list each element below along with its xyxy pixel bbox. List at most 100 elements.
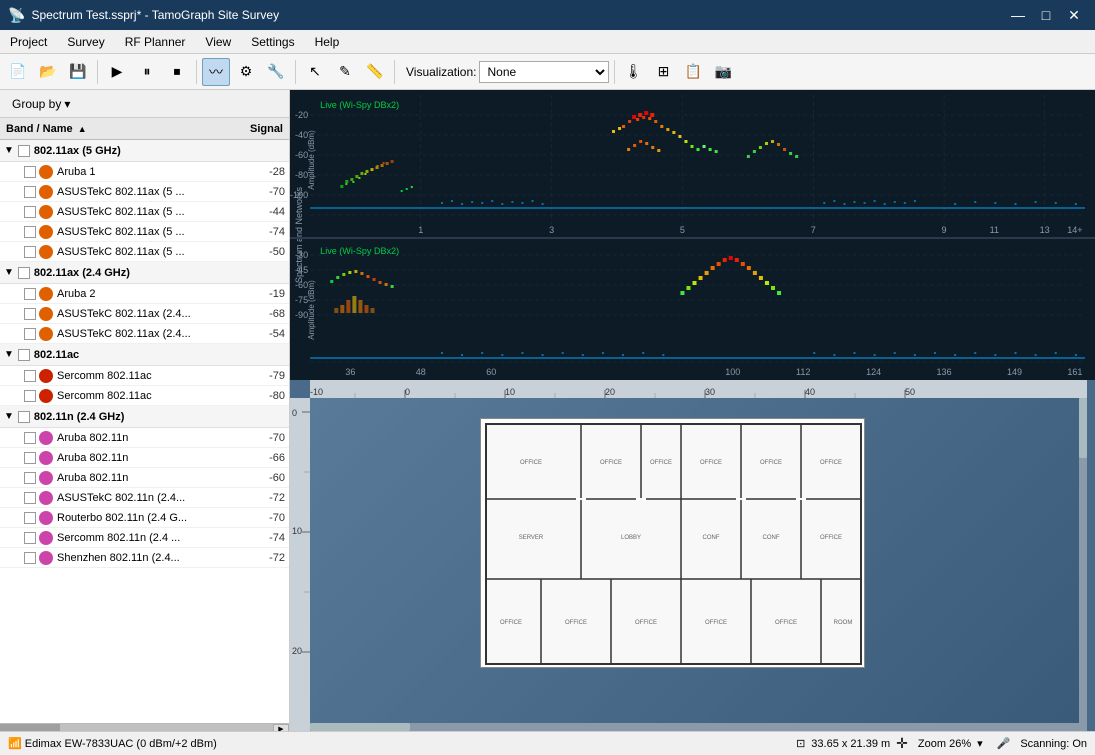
ruler-button[interactable]: 📏	[361, 58, 389, 86]
list-item[interactable]: Aruba 1 -28	[0, 162, 289, 182]
list-item[interactable]: ASUSTekC 802.11ax (5 ... -50	[0, 242, 289, 262]
horizontal-scrollbar[interactable]	[310, 723, 1079, 731]
item-checkbox[interactable]	[24, 288, 36, 300]
chart2-live-label: Live (Wi-Spy DBx2)	[320, 246, 399, 256]
grid-button[interactable]: ⊞	[650, 58, 678, 86]
svg-text:OFFICE: OFFICE	[760, 460, 782, 466]
list-item[interactable]: Aruba 802.11n -70	[0, 428, 289, 448]
network-list[interactable]: ▼ 802.11ax (5 GHz) Aruba 1 -28 ASUSTekC …	[0, 140, 289, 723]
item-checkbox[interactable]	[24, 226, 36, 238]
list-item[interactable]: ASUSTekC 802.11n (2.4... -72	[0, 488, 289, 508]
menu-project[interactable]: Project	[0, 30, 57, 53]
spectrum-button[interactable]: 〰	[202, 58, 230, 86]
scrollbar-thumb[interactable]	[0, 724, 60, 732]
play-button[interactable]: ▶	[103, 58, 131, 86]
menu-view[interactable]: View	[195, 30, 241, 53]
maximize-button[interactable]: □	[1033, 5, 1059, 25]
list-item[interactable]: Shenzhen 802.11n (2.4... -72	[0, 548, 289, 568]
item-checkbox[interactable]	[24, 532, 36, 544]
map-content[interactable]: OFFICE OFFICE OFFICE OFFICE OFFICE OFFIC…	[310, 398, 1087, 731]
menu-survey[interactable]: Survey	[57, 30, 114, 53]
group-header-g3[interactable]: ▼ 802.11ac	[0, 344, 289, 366]
network-button[interactable]: ⚙	[232, 58, 260, 86]
menu-settings[interactable]: Settings	[241, 30, 304, 53]
zoom-dropdown-icon[interactable]: ▾	[977, 737, 983, 750]
heatmap-button[interactable]: 🌡	[620, 58, 648, 86]
list-item[interactable]: ASUSTekC 802.11ax (5 ... -74	[0, 222, 289, 242]
settings-button[interactable]: 🔧	[262, 58, 290, 86]
new-button[interactable]: 📄	[4, 58, 32, 86]
item-checkbox[interactable]	[24, 308, 36, 320]
group-checkbox[interactable]	[18, 349, 30, 361]
visualization-select[interactable]: None Signal Level Signal-to-Noise PHY Ra…	[479, 61, 609, 83]
list-item[interactable]: Sercomm 802.11ac -80	[0, 386, 289, 406]
item-checkbox[interactable]	[24, 328, 36, 340]
list-item[interactable]: ASUSTekC 802.11ax (5 ... -44	[0, 202, 289, 222]
network-icon	[39, 551, 53, 565]
network-signal: -70	[243, 512, 285, 524]
group-header-g1[interactable]: ▼ 802.11ax (5 GHz)	[0, 140, 289, 162]
group-checkbox[interactable]	[18, 145, 30, 157]
item-checkbox[interactable]	[24, 492, 36, 504]
group-label: 802.11n (2.4 GHz)	[34, 411, 285, 423]
scrollbar-thumb-h[interactable]	[310, 723, 410, 731]
group-by-button[interactable]: Group by ▾	[8, 95, 74, 113]
svg-text:1: 1	[418, 225, 423, 235]
svg-text:SERVER: SERVER	[519, 535, 544, 541]
item-checkbox[interactable]	[24, 186, 36, 198]
vertical-scrollbar[interactable]	[1079, 398, 1087, 731]
network-name: ASUSTekC 802.11ax (5 ...	[57, 226, 243, 238]
list-item[interactable]: Routerbo 802.11n (2.4 G... -70	[0, 508, 289, 528]
list-item[interactable]: Aruba 802.11n -60	[0, 468, 289, 488]
scrollbar-thumb[interactable]	[1079, 398, 1087, 458]
list-item[interactable]: Aruba 802.11n -66	[0, 448, 289, 468]
minimize-button[interactable]: —	[1005, 5, 1031, 25]
export-button[interactable]: 📋	[680, 58, 708, 86]
item-checkbox[interactable]	[24, 472, 36, 484]
item-checkbox[interactable]	[24, 206, 36, 218]
list-item[interactable]: ASUSTekC 802.11ax (5 ... -70	[0, 182, 289, 202]
item-checkbox[interactable]	[24, 370, 36, 382]
svg-text:100: 100	[725, 367, 740, 377]
item-checkbox[interactable]	[24, 552, 36, 564]
ruler-ticks-svg	[310, 380, 1087, 398]
pointer-button[interactable]: ↖	[301, 58, 329, 86]
scroll-right-btn[interactable]: ▶	[273, 724, 289, 732]
group-header-g2[interactable]: ▼ 802.11ax (2.4 GHz)	[0, 262, 289, 284]
svg-text:LOBBY: LOBBY	[621, 535, 641, 541]
item-checkbox[interactable]	[24, 512, 36, 524]
item-checkbox[interactable]	[24, 246, 36, 258]
item-checkbox[interactable]	[24, 432, 36, 444]
list-item[interactable]: Sercomm 802.11n (2.4 ... -74	[0, 528, 289, 548]
add-icon: ✛	[896, 735, 908, 752]
item-checkbox[interactable]	[24, 452, 36, 464]
pause-button[interactable]: ⏸	[133, 58, 161, 86]
svg-text:CONF: CONF	[703, 535, 720, 541]
titlebar-left: 📡 Spectrum Test.ssprj* - TamoGraph Site …	[8, 7, 279, 24]
save-button[interactable]: 💾	[64, 58, 92, 86]
list-item[interactable]: ASUSTekC 802.11ax (2.4... -68	[0, 304, 289, 324]
separator-1	[97, 60, 98, 84]
edit-button[interactable]: ✎	[331, 58, 359, 86]
expander-icon: ▼	[4, 145, 14, 156]
floor-plan: OFFICE OFFICE OFFICE OFFICE OFFICE OFFIC…	[480, 418, 865, 668]
titlebar-controls: — □ ✕	[1005, 5, 1087, 25]
item-checkbox[interactable]	[24, 166, 36, 178]
separator-2	[196, 60, 197, 84]
svg-text:-30: -30	[295, 250, 308, 260]
network-icon	[39, 369, 53, 383]
group-header-g4[interactable]: ▼ 802.11n (2.4 GHz)	[0, 406, 289, 428]
open-button[interactable]: 📂	[34, 58, 62, 86]
menu-rfplanner[interactable]: RF Planner	[115, 30, 196, 53]
group-checkbox[interactable]	[18, 411, 30, 423]
close-button[interactable]: ✕	[1061, 5, 1087, 25]
list-item[interactable]: ASUSTekC 802.11ax (2.4... -54	[0, 324, 289, 344]
menu-help[interactable]: Help	[305, 30, 350, 53]
group-checkbox[interactable]	[18, 267, 30, 279]
left-panel-scrollbar[interactable]: ▶	[0, 723, 289, 731]
list-item[interactable]: Aruba 2 -19	[0, 284, 289, 304]
stop-button[interactable]: ⏹	[163, 58, 191, 86]
item-checkbox[interactable]	[24, 390, 36, 402]
camera-button[interactable]: 📷	[710, 58, 738, 86]
list-item[interactable]: Sercomm 802.11ac -79	[0, 366, 289, 386]
